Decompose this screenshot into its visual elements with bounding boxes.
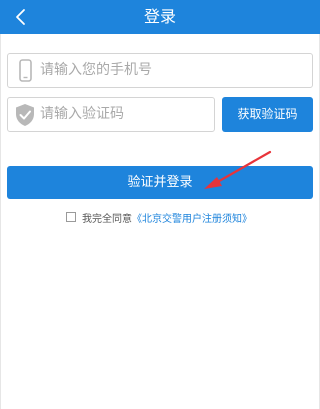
agreement-row: 我完全同意 《北京交警用户注册须知》: [66, 210, 252, 225]
annotation-arrow: [204, 150, 272, 189]
phone-field[interactable]: 请输入您的手机号: [7, 53, 313, 88]
phone-input-placeholder: 请输入您的手机号: [40, 62, 152, 78]
shield-check-icon: [14, 103, 36, 127]
verification-code-field[interactable]: 请输入验证码: [7, 97, 215, 132]
agreement-text: 我完全同意: [82, 213, 132, 225]
terms-link[interactable]: 《北京交警用户注册须知》: [132, 210, 252, 225]
get-code-button[interactable]: 获取验证码: [222, 97, 313, 132]
phone-icon: [14, 59, 36, 83]
top-bar: 登录: [0, 0, 320, 34]
page-title: 登录: [143, 7, 176, 26]
code-input-placeholder: 请输入验证码: [40, 106, 124, 122]
agreement-checkbox[interactable]: [66, 212, 76, 222]
